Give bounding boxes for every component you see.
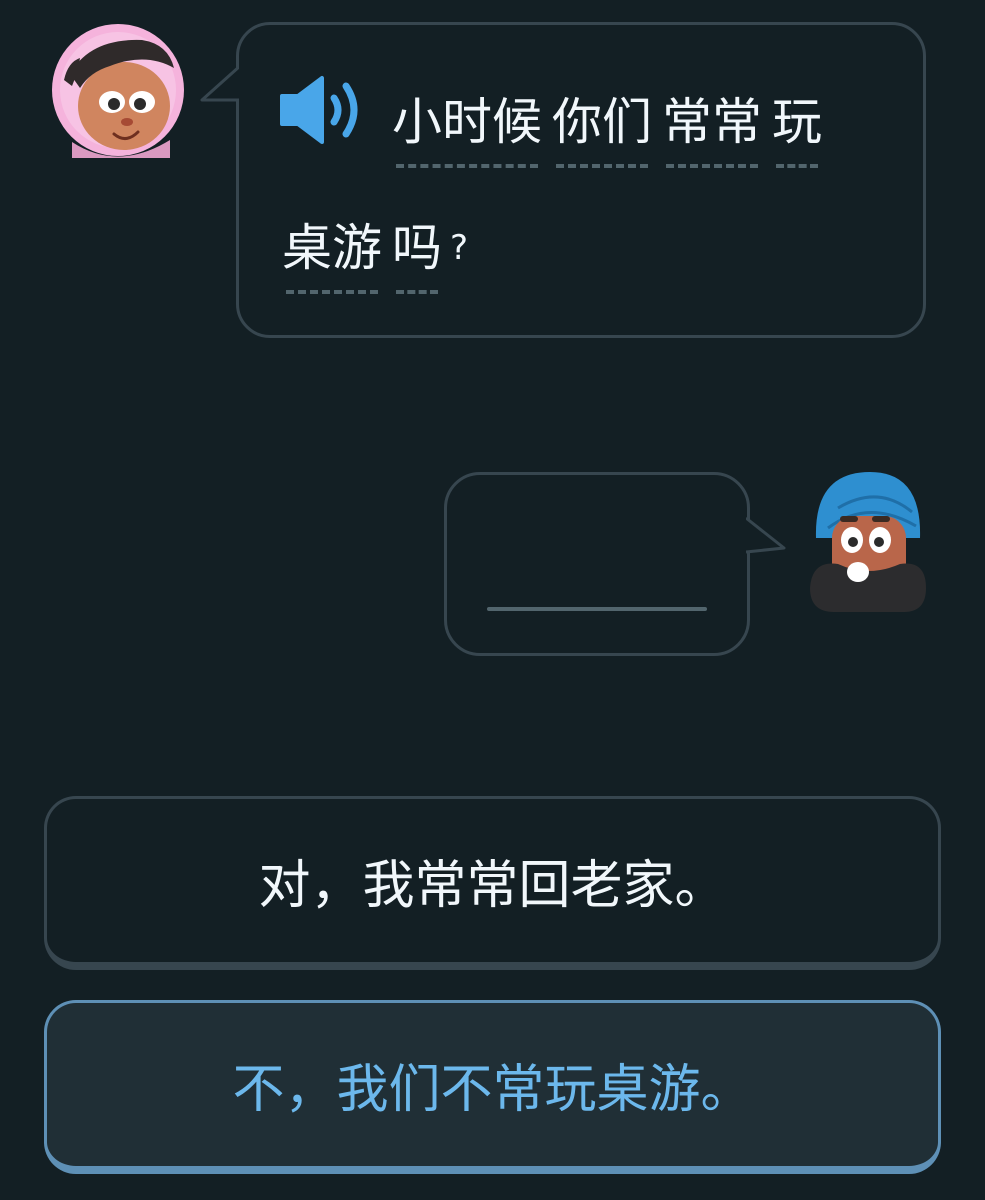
prompt-word[interactable]: 你们 bbox=[552, 92, 652, 168]
prompt-word[interactable]: 小时候 bbox=[392, 92, 542, 168]
answer-bubble bbox=[444, 472, 750, 656]
prompt-line-1: 小时候 你们 常常玩 bbox=[392, 92, 822, 168]
choice-option-2[interactable]: 不，我们不常玩桌游。 bbox=[44, 1000, 941, 1174]
prompt-bubble-tail bbox=[200, 64, 242, 104]
prompt-punctuation: ? bbox=[450, 228, 469, 268]
choice-option-1[interactable]: 对，我常常回老家。 bbox=[44, 796, 941, 970]
answer-blank-line bbox=[487, 607, 707, 611]
choice-label: 对，我常常回老家。 bbox=[258, 856, 727, 916]
prompt-word[interactable]: 吗 bbox=[392, 218, 442, 294]
choice-label: 不，我们不常玩桌游。 bbox=[232, 1060, 753, 1120]
answer-bubble-tail bbox=[744, 516, 786, 556]
prompt-line-2: 桌游吗? bbox=[282, 218, 469, 294]
responder-avatar bbox=[810, 472, 926, 612]
speaker-avatar bbox=[52, 24, 184, 158]
speaker-icon[interactable] bbox=[278, 74, 368, 146]
prompt-word[interactable]: 常常 bbox=[662, 92, 762, 168]
prompt-word[interactable]: 玩 bbox=[772, 92, 822, 168]
prompt-word[interactable]: 桌游 bbox=[282, 218, 382, 294]
